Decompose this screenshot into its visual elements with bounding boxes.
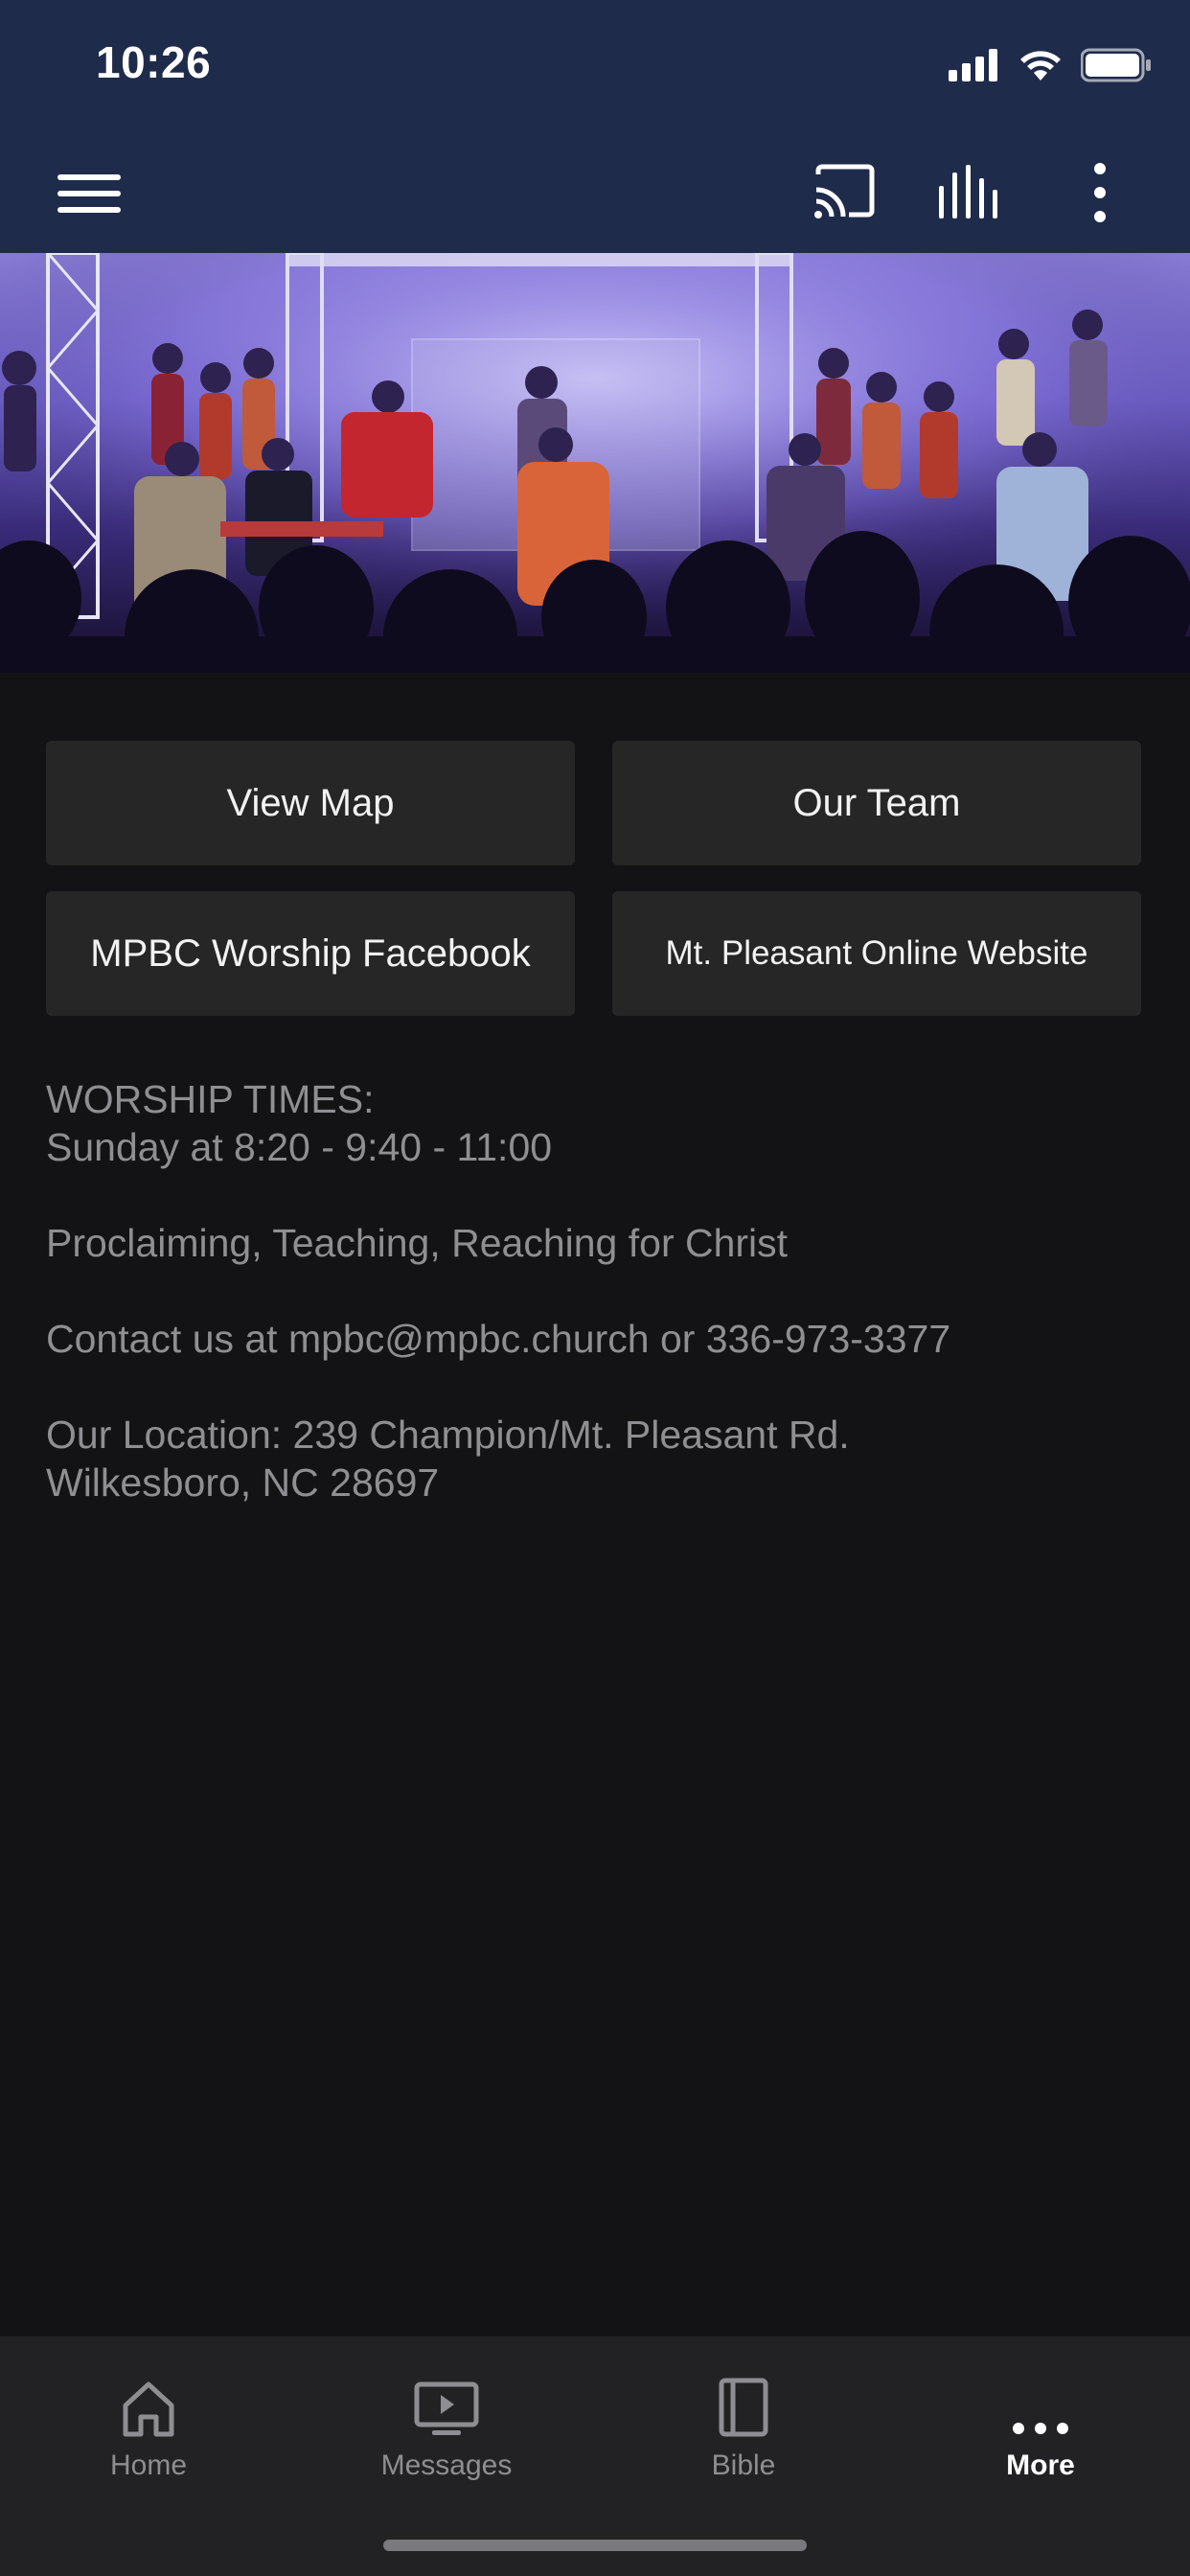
tab-messages-label: Messages <box>380 2450 513 2481</box>
home-indicator <box>383 2540 807 2551</box>
location-block: Our Location: 239 Champion/Mt. Pleasant … <box>46 1411 1138 1506</box>
status-bar: 10:26 <box>0 0 1190 132</box>
location-line-2: Wilkesboro, NC 28697 <box>46 1460 440 1505</box>
tab-more-label: More <box>1006 2450 1075 2481</box>
tab-bible-label: Bible <box>711 2450 776 2481</box>
status-icons <box>949 48 1152 82</box>
contact-info: Contact us at mpbc@mpbc.church or 336-97… <box>46 1317 951 1361</box>
wifi-icon <box>1020 51 1061 80</box>
tab-home-label: Home <box>109 2450 188 2481</box>
tab-messages[interactable]: Messages <box>341 2359 552 2503</box>
tab-bible[interactable]: Bible <box>638 2359 849 2503</box>
worship-stage-photo <box>0 253 1190 673</box>
cellular-signal-icon <box>949 49 997 81</box>
tab-home[interactable]: Home <box>43 2359 254 2503</box>
worship-times-block: WORSHIP TIMES: Sunday at 8:20 - 9:40 - 1… <box>46 1075 1138 1171</box>
tab-more[interactable]: More <box>935 2359 1146 2503</box>
app-bar <box>0 132 1190 253</box>
more-dots-icon <box>1013 2423 1068 2434</box>
view-map-button[interactable]: View Map <box>46 741 575 865</box>
home-icon <box>123 2381 174 2437</box>
hamburger-menu-icon[interactable] <box>52 165 128 222</box>
church-info: WORSHIP TIMES: Sunday at 8:20 - 9:40 - 1… <box>46 1075 1138 1554</box>
location-line-1: Our Location: 239 Champion/Mt. Pleasant … <box>46 1413 850 1457</box>
hero-image <box>0 253 1190 673</box>
battery-icon <box>1081 48 1151 82</box>
book-icon <box>719 2378 768 2437</box>
audio-bars-icon[interactable] <box>935 161 1008 224</box>
worship-times: Sunday at 8:20 - 9:40 - 11:00 <box>46 1125 553 1169</box>
status-time: 10:26 <box>96 37 212 87</box>
tagline: Proclaiming, Teaching, Reaching for Chri… <box>46 1221 789 1265</box>
video-play-icon <box>414 2381 479 2435</box>
our-team-button[interactable]: Our Team <box>612 741 1141 865</box>
facebook-button[interactable]: MPBC Worship Facebook <box>46 891 575 1016</box>
cast-icon[interactable] <box>811 161 878 224</box>
vertical-dots-icon[interactable] <box>1079 159 1121 226</box>
worship-heading: WORSHIP TIMES: <box>46 1077 375 1121</box>
website-button[interactable]: Mt. Pleasant Online Website <box>612 891 1141 1016</box>
